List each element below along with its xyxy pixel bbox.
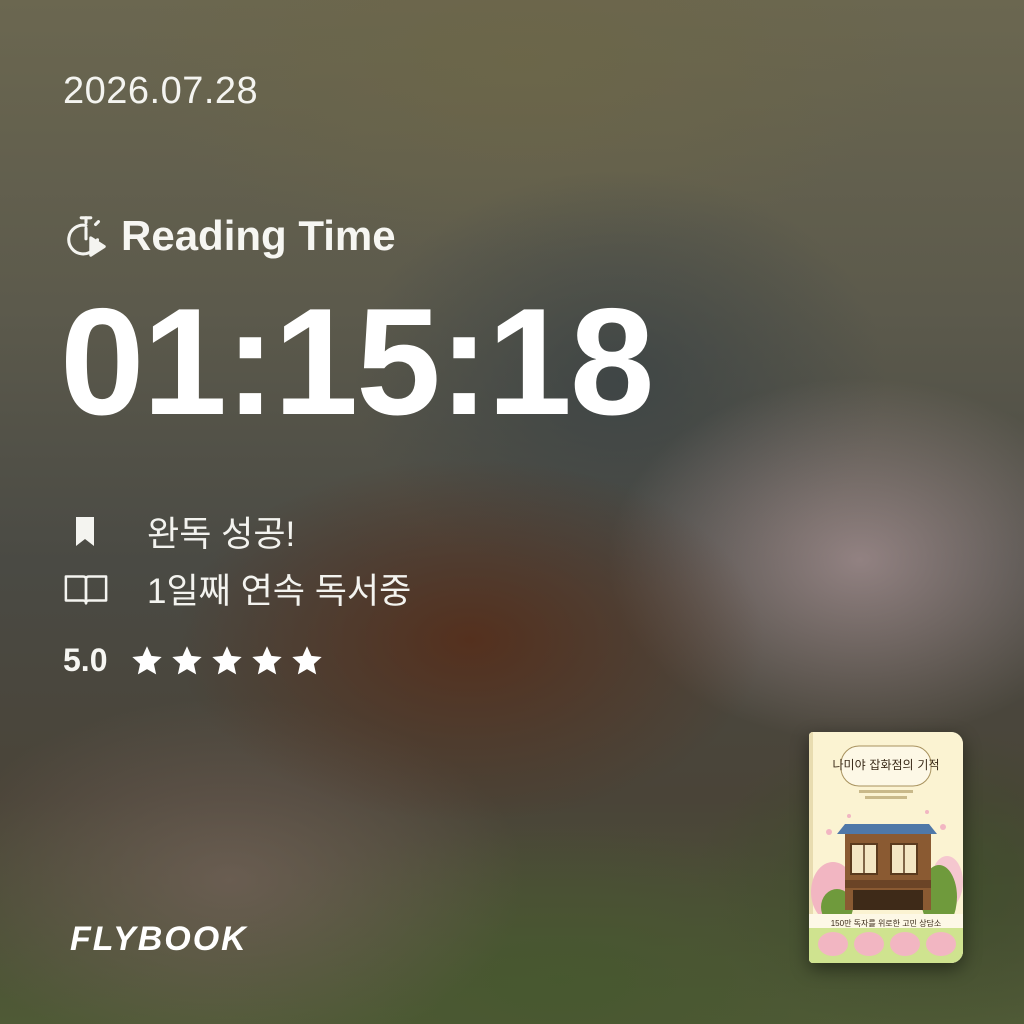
star-icon (172, 645, 203, 674)
reading-date: 2026.07.28 (63, 70, 259, 112)
flybook-logo: FLYBOOK (70, 920, 248, 958)
book-tagline: 150만 독자를 위로한 고민 상담소 (830, 919, 942, 928)
completion-status: 완독 성공! (63, 506, 295, 557)
open-book-icon (63, 566, 109, 612)
bookmark-icon (63, 509, 109, 555)
book-title: 나미야 잡화점의 기적 (832, 758, 940, 772)
rating-stars (129, 643, 325, 679)
rating-score: 5.0 (63, 642, 108, 678)
rating: 5.0 (63, 642, 325, 679)
star-icon (292, 645, 323, 674)
reading-time-value: 01:15:18 (60, 277, 654, 447)
book-cover: 나미야 잡화점의 기적 150만 독자를 위로한 고민 상담소 (809, 732, 963, 963)
completion-text: 완독 성공! (147, 515, 296, 554)
star-icon (132, 645, 163, 674)
stopwatch-play-icon (67, 216, 106, 257)
star-icon (212, 645, 243, 674)
star-icon (252, 645, 283, 674)
reading-time-label: Reading Time (121, 212, 396, 259)
streak-text: 1일째 연속 독서중 (147, 572, 412, 611)
reading-time-header: Reading Time (63, 212, 396, 260)
streak-status: 1일째 연속 독서중 (63, 563, 411, 614)
